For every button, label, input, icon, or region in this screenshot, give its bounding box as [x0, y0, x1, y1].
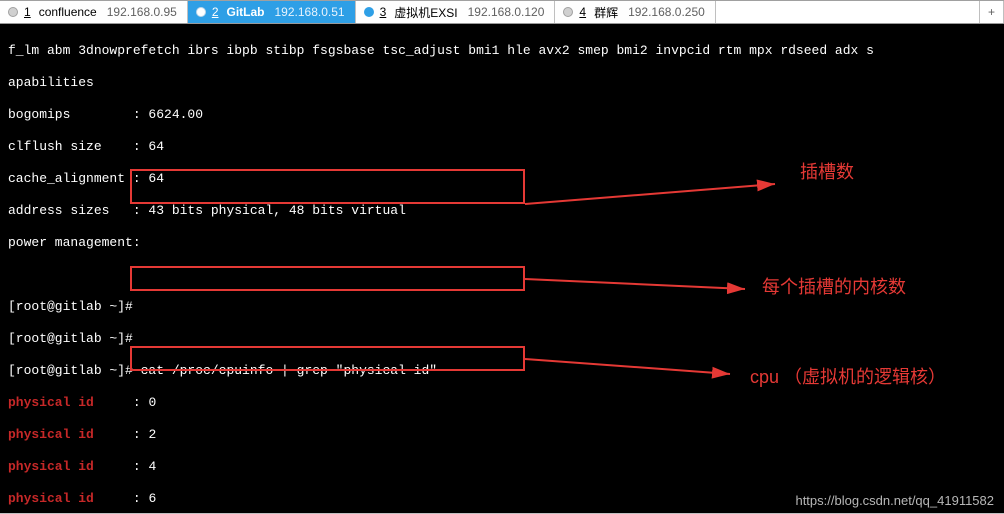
tab-ip: 192.168.0.51: [275, 5, 345, 19]
tab-ip: 192.168.0.120: [468, 5, 545, 19]
annotation-cores: 每个插槽的内核数: [762, 279, 906, 295]
kv-val: : 64: [133, 139, 164, 154]
kv-val: : 6624.00: [133, 107, 203, 122]
out-pad: [94, 427, 133, 442]
prompt: [root@gitlab ~]#: [8, 363, 133, 378]
tab-synology[interactable]: 4 群辉 192.168.0.250: [555, 1, 715, 23]
tab-ip: 192.168.0.95: [107, 5, 177, 19]
out-val: : 2: [133, 427, 156, 442]
out-key: physical id: [8, 395, 94, 410]
out-pad: [94, 395, 133, 410]
tab-bar: 1 confluence 192.168.0.95 2 GitLab 192.1…: [0, 0, 1004, 24]
cmd-physical-id: cat /proc/cpuinfo | grep "physical id": [133, 363, 437, 378]
tab-num: 1: [24, 5, 31, 19]
tab-num: 4: [579, 5, 586, 19]
tab-gitlab[interactable]: 2 GitLab 192.168.0.51: [188, 1, 356, 23]
status-dot: [563, 7, 573, 17]
out-val: : 0: [133, 395, 156, 410]
tab-num: 2: [212, 5, 219, 19]
kv-key: clflush size: [8, 139, 133, 154]
kv-key: cache_alignment: [8, 171, 133, 186]
kv-key: power management:: [8, 235, 141, 250]
tab-confluence[interactable]: 1 confluence 192.168.0.95: [0, 1, 188, 23]
add-tab-button[interactable]: +: [980, 1, 1004, 23]
cpu-flags-line: f_lm abm 3dnowprefetch ibrs ibpb stibp f…: [8, 43, 998, 59]
out-val: : 6: [133, 491, 156, 506]
annotation-slots: 插槽数: [800, 164, 854, 180]
kv-key: bogomips: [8, 107, 133, 122]
prompt: [root@gitlab ~]#: [8, 331, 133, 346]
tab-ip: 192.168.0.250: [628, 5, 705, 19]
kv-val: : 43 bits physical, 48 bits virtual: [133, 203, 406, 218]
out-key: physical id: [8, 491, 94, 506]
kv-val: : 64: [133, 171, 164, 186]
tab-title: 虚拟机EXSI: [394, 4, 457, 21]
out-val: : 4: [133, 459, 156, 474]
tab-title: confluence: [39, 5, 97, 19]
watermark: https://blog.csdn.net/qq_41911582: [795, 493, 994, 509]
tab-exsi[interactable]: 3 虚拟机EXSI 192.168.0.120: [356, 1, 556, 23]
out-key: physical id: [8, 459, 94, 474]
terminal[interactable]: f_lm abm 3dnowprefetch ibrs ibpb stibp f…: [0, 24, 1004, 513]
out-pad: [94, 459, 133, 474]
status-dot: [364, 7, 374, 17]
tab-spacer: [716, 1, 980, 23]
status-dot: [8, 7, 18, 17]
tab-num: 3: [380, 5, 387, 19]
tab-title: 群辉: [594, 4, 618, 21]
tab-title: GitLab: [227, 5, 265, 19]
annotation-processor: cpu （虚拟机的逻辑核）: [750, 369, 946, 385]
out-key: physical id: [8, 427, 94, 442]
out-pad: [94, 491, 133, 506]
prompt: [root@gitlab ~]#: [8, 299, 133, 314]
status-dot: [196, 7, 206, 17]
plus-icon: +: [988, 5, 995, 19]
cpu-flags-line2: apabilities: [8, 75, 998, 91]
kv-key: address sizes: [8, 203, 133, 218]
